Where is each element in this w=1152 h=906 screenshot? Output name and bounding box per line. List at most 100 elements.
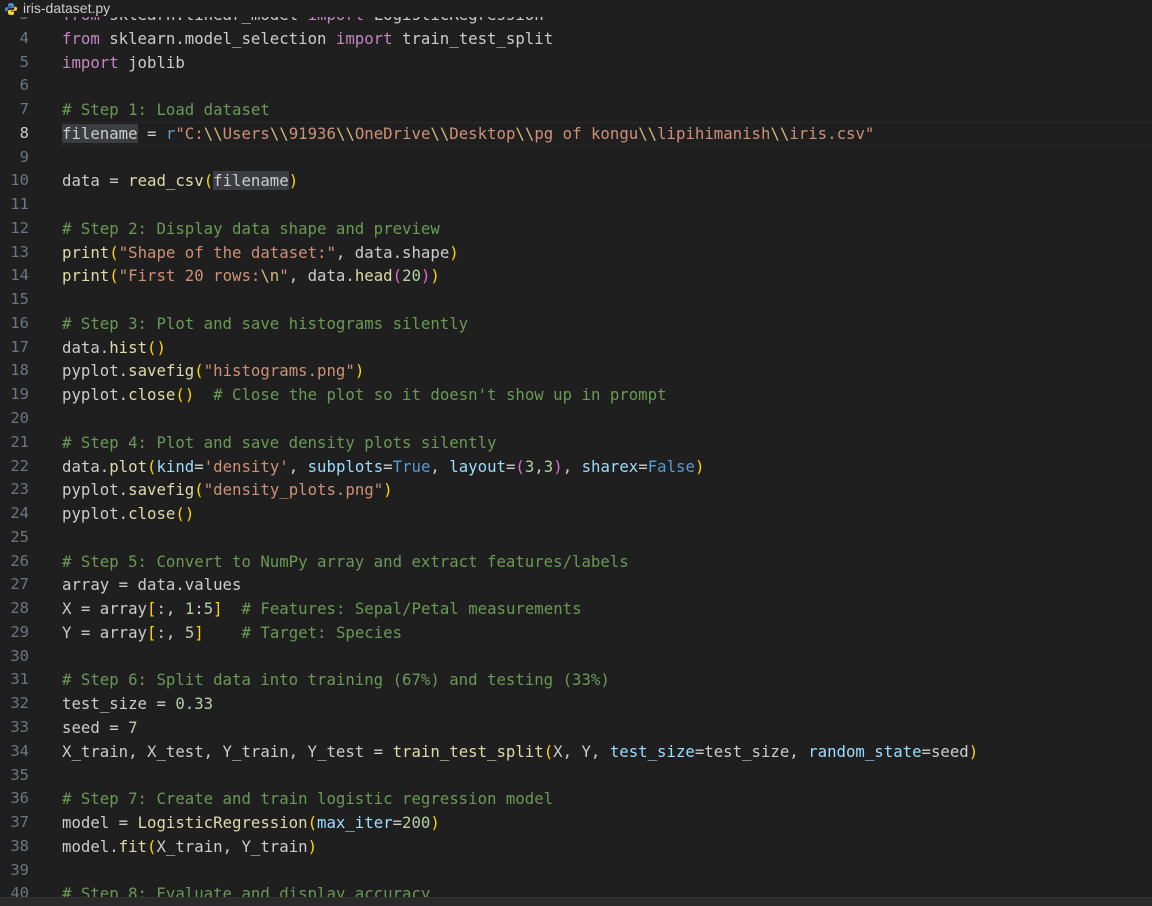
line-code: import joblib [62, 52, 185, 72]
line-number: 6 [19, 76, 29, 95]
tab-filename: iris-dataset.py [23, 0, 111, 16]
line-code: # Step 4: Plot and save density plots si… [62, 432, 497, 452]
line-number: 27 [10, 575, 29, 594]
line-code: pyplot.close() [62, 504, 195, 524]
code-line-22[interactable]: 22 data.plot(kind='density', subplots=Tru… [0, 455, 1152, 479]
line-code: print("First 20 rows:\n", data.head(20)) [62, 266, 440, 286]
code-line-31[interactable]: 31 # Step 6: Split data into training (67… [0, 668, 1152, 692]
line-number: 10 [10, 171, 29, 190]
code-line-11[interactable]: 11 [0, 193, 1152, 217]
code-line-13[interactable]: 13 print("Shape of the dataset:", data.sh… [0, 241, 1152, 265]
line-code: filename = r"C:\\Users\\91936\\OneDrive\… [62, 123, 875, 143]
line-number: 22 [10, 456, 29, 475]
line-number: 24 [10, 504, 29, 523]
horizontal-scrollbar[interactable] [0, 897, 1152, 906]
code-line-21[interactable]: 21 # Step 4: Plot and save density plots … [0, 431, 1152, 455]
line-code: seed = 7 [62, 717, 138, 737]
code-line-23[interactable]: 23 pyplot.savefig("density_plots.png") [0, 478, 1152, 502]
line-number: 26 [10, 551, 29, 570]
code-line-8[interactable]: 8 filename = r"C:\\Users\\91936\\OneDrive… [0, 121, 1152, 146]
code-line-34[interactable]: 34 X_train, X_test, Y_train, Y_test = tra… [0, 740, 1152, 764]
line-number: 5 [19, 52, 29, 71]
line-number: 7 [19, 100, 29, 119]
code-line-32[interactable]: 32 test_size = 0.33 [0, 692, 1152, 716]
code-line-39[interactable]: 39 [0, 859, 1152, 883]
line-code: model = LogisticRegression(max_iter=200) [62, 813, 440, 833]
code-line-7[interactable]: 7 # Step 1: Load dataset [0, 98, 1152, 122]
line-number: 14 [10, 266, 29, 285]
line-number: 35 [10, 765, 29, 784]
line-code: # Step 7: Create and train logistic regr… [62, 789, 554, 809]
code-line-20[interactable]: 20 [0, 407, 1152, 431]
code-line-29[interactable]: 29 Y = array[:, 5] # Target: Species [0, 621, 1152, 645]
code-line-12[interactable]: 12 # Step 2: Display data shape and previ… [0, 217, 1152, 241]
code-line-28[interactable]: 28 X = array[:, 1:5] # Features: Sepal/Pe… [0, 597, 1152, 621]
line-code: data.plot(kind='density', subplots=True,… [62, 456, 705, 476]
code-line-36[interactable]: 36 # Step 7: Create and train logistic re… [0, 787, 1152, 811]
line-number: 19 [10, 385, 29, 404]
line-number: 11 [10, 195, 29, 214]
code-line-38[interactable]: 38 model.fit(X_train, Y_train) [0, 835, 1152, 859]
code-line-40[interactable]: 40 # Step 8: Evaluate and display accurac… [0, 882, 1152, 898]
line-code: # Step 3: Plot and save histograms silen… [62, 313, 469, 333]
code-line-5[interactable]: 5 import joblib [0, 51, 1152, 75]
line-code: data = read_csv(filename) [62, 171, 299, 191]
line-code: pyplot.close() # Close the plot so it do… [62, 385, 667, 405]
line-number: 13 [10, 242, 29, 261]
line-code: X = array[:, 1:5] # Features: Sepal/Peta… [62, 599, 582, 619]
line-code: from sklearn.linear_model import Logisti… [62, 17, 544, 27]
line-code: data.hist() [62, 337, 166, 357]
line-code: Y = array[:, 5] # Target: Species [62, 622, 403, 642]
code-line-10[interactable]: 10 data = read_csv(filename) [0, 169, 1152, 193]
line-number: 33 [10, 717, 29, 736]
code-line-4[interactable]: 4 from sklearn.model_selection import tra… [0, 27, 1152, 51]
line-code: print("Shape of the dataset:", data.shap… [62, 242, 459, 262]
code-line-27[interactable]: 27 array = data.values [0, 573, 1152, 597]
line-number: 29 [10, 622, 29, 641]
code-line-26[interactable]: 26 # Step 5: Convert to NumPy array and e… [0, 550, 1152, 574]
code-line-24[interactable]: 24 pyplot.close() [0, 502, 1152, 526]
editor-tab[interactable]: iris-dataset.py [0, 0, 1152, 17]
line-number: 36 [10, 789, 29, 808]
code-line-33[interactable]: 33 seed = 7 [0, 716, 1152, 740]
line-number: 32 [10, 694, 29, 713]
line-number: 15 [10, 290, 29, 309]
line-code: model.fit(X_train, Y_train) [62, 836, 318, 856]
code-line-14[interactable]: 14 print("First 20 rows:\n", data.head(20… [0, 264, 1152, 288]
line-number: 18 [10, 361, 29, 380]
line-number: 17 [10, 337, 29, 356]
line-number: 28 [10, 599, 29, 618]
code-line-6[interactable]: 6 [0, 74, 1152, 98]
code-line-37[interactable]: 37 model = LogisticRegression(max_iter=20… [0, 811, 1152, 835]
line-code: # Step 6: Split data into training (67%)… [62, 670, 610, 690]
code-line-17[interactable]: 17 data.hist() [0, 336, 1152, 360]
code-editor[interactable]: 3 from sklearn.linear_model import Logist… [0, 17, 1152, 898]
line-number: 23 [10, 480, 29, 499]
code-line-19[interactable]: 19 pyplot.close() # Close the plot so it … [0, 383, 1152, 407]
code-line-16[interactable]: 16 # Step 3: Plot and save histograms sil… [0, 312, 1152, 336]
code-line-3[interactable]: 3 from sklearn.linear_model import Logist… [0, 17, 1152, 27]
line-number: 38 [10, 836, 29, 855]
line-number: 31 [10, 670, 29, 689]
line-code: pyplot.savefig("density_plots.png") [62, 480, 393, 500]
line-number: 39 [10, 860, 29, 879]
code-line-25[interactable]: 25 [0, 526, 1152, 550]
line-number: 40 [10, 884, 29, 898]
line-code: pyplot.savefig("histograms.png") [62, 361, 365, 381]
code-line-18[interactable]: 18 pyplot.savefig("histograms.png") [0, 359, 1152, 383]
code-line-15[interactable]: 15 [0, 288, 1152, 312]
line-code: array = data.values [62, 575, 242, 595]
line-number: 30 [10, 646, 29, 665]
line-code: # Step 8: Evaluate and display accuracy [62, 884, 431, 898]
line-number: 25 [10, 527, 29, 546]
line-number: 9 [19, 147, 29, 166]
code-line-30[interactable]: 30 [0, 645, 1152, 669]
line-number: 21 [10, 432, 29, 451]
line-number: 16 [10, 313, 29, 332]
line-number: 34 [10, 741, 29, 760]
code-line-9[interactable]: 9 [0, 146, 1152, 170]
python-file-icon [4, 2, 18, 16]
line-code: test_size = 0.33 [62, 694, 214, 714]
line-code: # Step 5: Convert to NumPy array and ext… [62, 551, 629, 571]
code-line-35[interactable]: 35 [0, 764, 1152, 788]
